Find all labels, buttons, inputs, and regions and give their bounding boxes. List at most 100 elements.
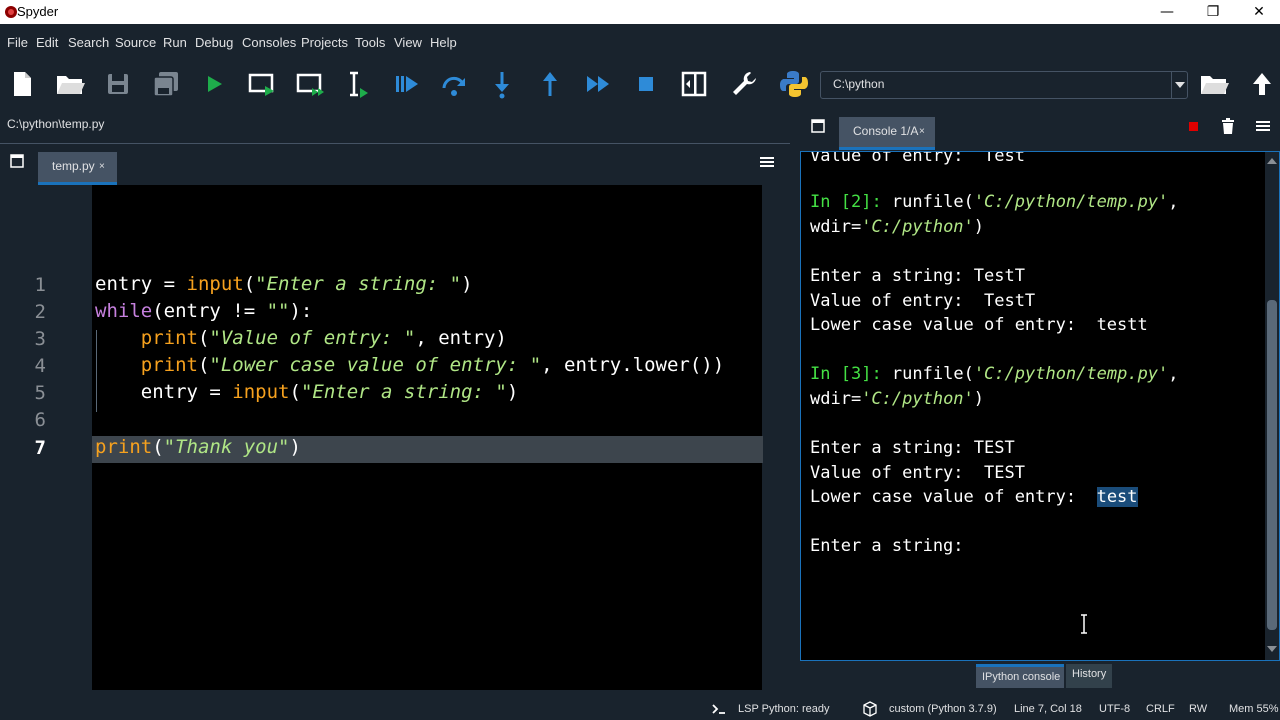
lsp-status[interactable]: LSP Python: ready: [738, 703, 830, 715]
console-line: Enter a string:: [810, 536, 964, 556]
browse-directory-icon[interactable]: [1198, 68, 1230, 100]
code-token: (: [152, 436, 164, 458]
editor-pane: C:\python\temp.py temp.py × 1 2 3 4 5 6 …: [0, 107, 790, 690]
run-selection-icon[interactable]: [342, 68, 374, 100]
code-line: print("Lower case value of entry: ", ent…: [95, 354, 724, 376]
menu-file[interactable]: File: [7, 35, 28, 50]
tab-close-icon[interactable]: ×: [919, 126, 925, 137]
run-file-icon[interactable]: [198, 68, 230, 100]
editor-scrollbar[interactable]: [765, 187, 785, 689]
console-token: 'C:/python': [861, 217, 974, 237]
console-tab-label: Console 1/A: [853, 124, 919, 138]
step-return-icon[interactable]: [534, 68, 566, 100]
cursor-position-status: Line 7, Col 18: [1014, 703, 1082, 715]
console-token: Lower case value of entry: testt: [810, 315, 1148, 335]
console-line: wdir='C:/python'): [810, 217, 984, 237]
scroll-down-icon[interactable]: [1267, 646, 1277, 652]
menu-search[interactable]: Search: [68, 35, 109, 50]
menu-tools[interactable]: Tools: [355, 35, 385, 50]
continue-icon[interactable]: [582, 68, 614, 100]
console-token: ]:: [861, 192, 892, 212]
lsp-status-icon: [712, 704, 725, 714]
browse-consoles-icon[interactable]: [811, 119, 825, 133]
selected-text: test: [1096, 487, 1138, 507]
console-token: Value of entry: TestT: [810, 291, 1036, 311]
menu-consoles[interactable]: Consoles: [242, 35, 296, 50]
restore-button[interactable]: ❐: [1190, 0, 1236, 24]
console-token: Value of entry: TEST: [810, 463, 1025, 483]
browse-tabs-icon[interactable]: [10, 154, 24, 168]
scroll-up-icon[interactable]: [1267, 158, 1277, 164]
memory-usage-status: Mem 55%: [1229, 703, 1279, 715]
tab-temp-py[interactable]: temp.py ×: [38, 152, 117, 185]
window-title: Spyder: [17, 4, 59, 19]
run-cell-icon[interactable]: [246, 68, 278, 100]
save-all-icon[interactable]: [150, 68, 182, 100]
eol-status: CRLF: [1146, 703, 1175, 715]
new-file-icon[interactable]: [6, 68, 38, 100]
code-token: , entry): [415, 327, 507, 349]
remove-variables-trash-icon[interactable]: [1221, 118, 1235, 134]
menu-projects[interactable]: Projects: [301, 35, 348, 50]
console-line: Lower case value of entry: testt: [810, 315, 1148, 335]
tab-history[interactable]: History: [1066, 664, 1112, 688]
step-over-icon[interactable]: [438, 68, 470, 100]
line-number: 5: [34, 382, 46, 404]
console-token: wdir=: [810, 389, 862, 409]
line-number: 2: [34, 301, 46, 323]
save-icon[interactable]: [102, 68, 134, 100]
console-token: ,: [1168, 192, 1179, 212]
parent-directory-icon[interactable]: [1246, 68, 1278, 100]
code-token: entry =: [95, 381, 233, 403]
code-token: ):: [289, 300, 313, 322]
stop-debug-icon[interactable]: [630, 68, 662, 100]
console-token: Enter a string:: [810, 536, 964, 556]
ipython-console[interactable]: Value of entry: Test In [2]: runfile('C:/…: [800, 151, 1280, 661]
code-token: print: [95, 436, 153, 458]
preferences-wrench-icon[interactable]: [728, 68, 760, 100]
tab-console-1a[interactable]: Console 1/A ×: [839, 117, 935, 150]
maximize-pane-icon[interactable]: [678, 68, 710, 100]
tab-close-icon[interactable]: ×: [99, 161, 105, 172]
code-token: (: [289, 381, 301, 403]
tab-ipython-console[interactable]: IPython console: [976, 664, 1064, 688]
python-environment-status[interactable]: custom (Python 3.7.9): [889, 703, 997, 715]
menu-run[interactable]: Run: [163, 35, 187, 50]
run-cell-advance-icon[interactable]: [294, 68, 326, 100]
code-token: , entry.lower()): [541, 354, 725, 376]
options-menu-icon[interactable]: [760, 156, 774, 168]
console-line: In [3]: runfile('C:/python/temp.py',: [810, 364, 1179, 384]
console-token: 'C:/python/temp.py': [973, 364, 1169, 384]
title-bar: Spyder — ❐ ✕: [0, 0, 1280, 24]
menu-help[interactable]: Help: [430, 35, 457, 50]
debug-file-icon[interactable]: [390, 68, 422, 100]
line-number: 4: [34, 355, 46, 377]
code-line: entry = input("Enter a string: "): [95, 381, 519, 403]
code-token: input: [186, 273, 244, 295]
minimize-button[interactable]: —: [1144, 0, 1190, 24]
working-directory-combobox[interactable]: C:\python: [820, 71, 1188, 99]
close-button[interactable]: ✕: [1236, 0, 1280, 24]
code-line: print("Thank you"): [95, 436, 301, 458]
menu-debug[interactable]: Debug: [195, 35, 233, 50]
pane-bottom-tabs: IPython console History: [797, 664, 1280, 690]
menu-edit[interactable]: Edit: [36, 35, 58, 50]
menu-view[interactable]: View: [394, 35, 422, 50]
code-line: while(entry != ""):: [95, 300, 312, 322]
code-token: print: [140, 327, 198, 349]
console-line: Value of entry: TEST: [810, 463, 1025, 483]
step-into-icon[interactable]: [486, 68, 518, 100]
console-options-menu-icon[interactable]: [1256, 120, 1270, 132]
interrupt-kernel-icon[interactable]: [1189, 122, 1198, 131]
open-file-icon[interactable]: [54, 68, 86, 100]
console-token: Lower case value of entry:: [810, 487, 1097, 507]
console-line: Enter a string: TEST: [810, 438, 1015, 458]
code-editor[interactable]: 1 2 3 4 5 6 7 entry = input("Enter a str…: [0, 185, 790, 690]
working-directory-dropdown[interactable]: [1171, 72, 1188, 98]
python-path-manager-icon[interactable]: [778, 68, 810, 100]
code-token: ): [289, 436, 301, 458]
console-token: In [: [810, 364, 851, 384]
console-scrollbar-thumb[interactable]: [1267, 300, 1277, 630]
code-token: print: [140, 354, 198, 376]
menu-source[interactable]: Source: [115, 35, 156, 50]
